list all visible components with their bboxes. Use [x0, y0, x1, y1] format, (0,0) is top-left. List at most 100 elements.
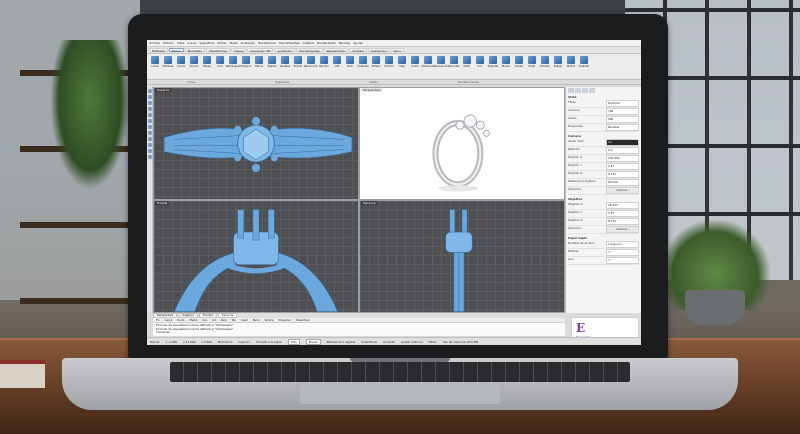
osnap-toggle[interactable]: Fin	[156, 319, 160, 322]
layers-icon[interactable]	[575, 88, 581, 93]
menu-item[interactable]: Ayuda	[353, 41, 362, 45]
toolbar-button[interactable]: Elipse	[201, 56, 213, 77]
toolbar-button[interactable]: Desfase	[279, 56, 291, 77]
ribbon-tab[interactable]: Herramientas	[296, 48, 323, 53]
ribbon-tab[interactable]: Capas	[231, 48, 247, 53]
help-icon[interactable]	[589, 88, 595, 93]
ribbon-tab[interactable]: Plano	[169, 48, 184, 53]
menu-item[interactable]: Curva	[187, 41, 196, 45]
property-value[interactable]: 26.433	[606, 202, 639, 209]
solid-tool-icon[interactable]	[147, 143, 152, 147]
toolbar-button[interactable]: Hélice	[253, 56, 265, 77]
property-value[interactable]: 0.0	[606, 147, 639, 154]
point-tool-icon[interactable]	[147, 95, 152, 99]
osnap-toggle[interactable]: Cerca	[165, 319, 172, 322]
viewport-front[interactable]: Frontal	[154, 201, 358, 312]
toolbar-button[interactable]: Orientar	[578, 56, 590, 77]
toolbar-button[interactable]: Línea	[149, 56, 161, 77]
property-value[interactable]: 8.731	[606, 171, 639, 178]
toolbar-button[interactable]: Revolución	[304, 56, 318, 77]
osnap-toggle[interactable]: Proyectar	[279, 319, 291, 322]
osnap-toggle[interactable]: Tan	[232, 319, 236, 322]
status-toggle[interactable]: Gumball	[383, 340, 395, 344]
toolbar-button[interactable]: Polilínea	[162, 56, 174, 77]
toolbar-button[interactable]: Polígono	[240, 56, 252, 77]
property-value[interactable]: 796	[606, 108, 639, 115]
toolbar-button[interactable]: Cubierta	[357, 56, 369, 77]
toolbar-button[interactable]: Partir	[461, 56, 473, 77]
property-value[interactable]: 80.029	[606, 179, 639, 186]
property-value[interactable]: Derecha	[606, 100, 639, 107]
osnap-toggle[interactable]: Desactivar	[296, 319, 310, 322]
toolbar-button[interactable]: Loft	[331, 56, 343, 77]
command-history[interactable]: El modo de visualización se ha definido …	[153, 323, 565, 336]
toolbar-button[interactable]: Círculo	[188, 56, 200, 77]
osnap-toggle[interactable]: Punto	[177, 319, 184, 322]
ribbon-tab[interactable]: Estándar	[149, 48, 169, 53]
status-toggle[interactable]: Planar	[305, 338, 321, 345]
select-tool-icon[interactable]	[147, 89, 152, 93]
osnap-toggle[interactable]: Medio	[190, 319, 198, 322]
ribbon-tab[interactable]: Modelado	[184, 48, 206, 53]
object-properties-icon[interactable]	[568, 88, 574, 93]
ribbon-tab[interactable]: Animación	[367, 48, 390, 53]
status-layer[interactable]: Capa 01	[238, 340, 250, 344]
property-button[interactable]: Colocar...	[606, 187, 639, 194]
toolbar-button[interactable]: Escalar	[539, 56, 551, 77]
menu-item[interactable]: Análisis	[303, 41, 314, 45]
ribbon-tab[interactable]: Transformar	[206, 48, 231, 53]
menu-item[interactable]: Edición	[163, 41, 174, 45]
toolbar-button[interactable]: Curva	[175, 56, 187, 77]
curve-tool-icon[interactable]	[147, 107, 152, 111]
property-button[interactable]: Colocar...	[606, 226, 639, 233]
menu-item[interactable]: Sólido	[217, 41, 226, 45]
polygon-tool-icon[interactable]	[147, 131, 152, 135]
toolbar-button[interactable]: Copiar	[513, 56, 525, 77]
status-toggle[interactable]: Orto	[287, 338, 300, 345]
toolbar-button[interactable]: Red	[344, 56, 356, 77]
status-toggle[interactable]: SmartTrack	[361, 340, 377, 344]
toolbar-button[interactable]: Cilindro	[383, 56, 395, 77]
status-toggle[interactable]: Filtrar	[429, 340, 437, 344]
menu-item[interactable]: Renderizado	[317, 41, 336, 45]
viewport-perspective[interactable]: Perspectiva	[360, 88, 564, 199]
toolbar-button[interactable]: Extruir	[292, 56, 304, 77]
property-value[interactable]: 50	[606, 139, 639, 146]
property-value[interactable]: ☐	[606, 249, 639, 256]
viewport-right[interactable]: Derecha	[360, 201, 564, 312]
rectangle-tool-icon[interactable]	[147, 125, 152, 129]
menu-item[interactable]: Acotación	[240, 41, 255, 45]
toolbar-button[interactable]: Rotar	[526, 56, 538, 77]
property-value[interactable]: 1.87	[606, 210, 639, 217]
ribbon-tab[interactable]: Acotación	[274, 48, 296, 53]
property-value[interactable]: 580	[606, 116, 639, 123]
menu-item[interactable]: Herramientas	[279, 41, 299, 45]
toolbar-button[interactable]: Rectángulo	[226, 56, 240, 77]
transform-tool-icon[interactable]	[147, 155, 152, 159]
menu-item[interactable]: Paneles	[339, 41, 351, 45]
ribbon-tab[interactable]: Impresión 3D	[247, 48, 274, 53]
toolbar-button[interactable]: Unir	[474, 56, 486, 77]
toolbar-button[interactable]: Arco	[214, 56, 226, 77]
osnap-toggle[interactable]: Perp	[221, 319, 227, 322]
property-value[interactable]: 1.87	[606, 163, 639, 170]
toolbar-button[interactable]: Unión	[409, 56, 421, 77]
osnap-toggle[interactable]: Int	[212, 319, 215, 322]
toolbar-button[interactable]: Explotar	[487, 56, 499, 77]
toolbar-button[interactable]: Esfera	[370, 56, 382, 77]
toolbar-button[interactable]: Espiral	[266, 56, 278, 77]
osnap-toggle[interactable]: Vértice	[265, 319, 274, 322]
toolbar-button[interactable]: Espejo	[552, 56, 564, 77]
arc-tool-icon[interactable]	[147, 119, 152, 123]
osnap-toggle[interactable]: Cuad	[241, 319, 248, 322]
property-value[interactable]: 8.731	[606, 218, 639, 225]
status-plane[interactable]: PlanoC	[150, 340, 160, 344]
menu-item[interactable]: Malla	[230, 41, 238, 45]
osnap-toggle[interactable]: Nudo	[253, 319, 260, 322]
status-toggle[interactable]: Uso de memoria: 853 MB	[443, 340, 478, 344]
display-icon[interactable]	[582, 88, 588, 93]
property-value[interactable]: ☐	[606, 257, 639, 264]
osnap-toggle[interactable]: Cen	[202, 319, 207, 322]
menu-item[interactable]: Archivo	[149, 41, 160, 45]
status-toggle[interactable]: Forzado a la rejilla	[256, 340, 282, 344]
